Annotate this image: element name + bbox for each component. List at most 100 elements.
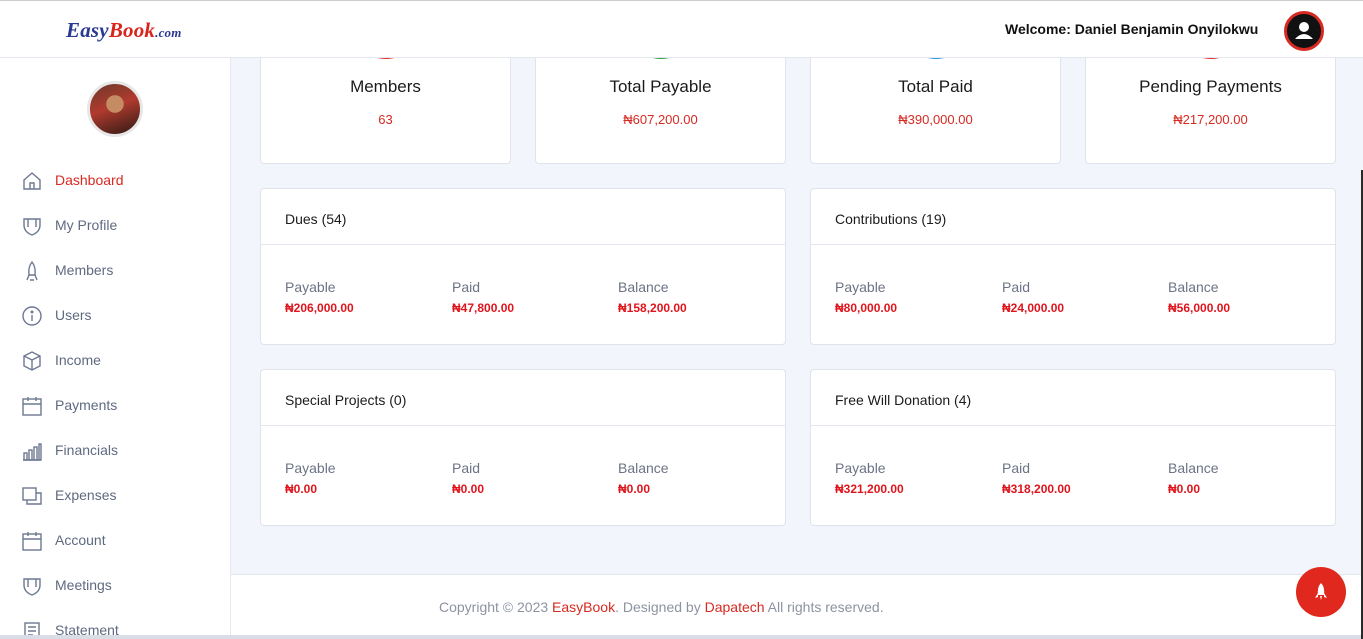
stat-card-total-paid: Total Paid ₦390,000.00 (810, 58, 1061, 164)
calendar-icon (22, 532, 42, 551)
rocket-icon (1315, 583, 1327, 600)
stat-circle-icon (1178, 58, 1244, 59)
stat-value: ₦607,200.00 (623, 112, 698, 127)
column-value: ₦0.00 (285, 482, 318, 496)
info-icon (22, 306, 42, 326)
main-content: Members 63 Total Payable ₦607,200.00 Tot… (231, 58, 1363, 639)
stat-value: ₦217,200.00 (1173, 112, 1248, 127)
shield-icon (23, 578, 41, 596)
stat-card-pending-payments: Pending Payments ₦217,200.00 (1085, 58, 1336, 164)
stat-card-total-payable: Total Payable ₦607,200.00 (535, 58, 786, 164)
sidebar-item-members[interactable]: Members (0, 251, 230, 291)
column-label: Paid (1002, 460, 1031, 476)
panel-title: Dues (54) (285, 211, 347, 227)
column-value: ₦80,000.00 (835, 301, 898, 315)
column-value: ₦206,000.00 (285, 301, 354, 315)
stat-value: 63 (378, 112, 393, 127)
top-header: EasyBook.com Welcome: Daniel Benjamin On… (0, 0, 1363, 58)
rights-text: All rights reserved. (764, 599, 884, 615)
bar-chart-icon (23, 443, 42, 461)
sidebar-item-label: Dashboard (55, 172, 124, 188)
box-icon (23, 351, 41, 371)
panel-title: Free Will Donation (4) (835, 392, 972, 408)
stat-title: Members (350, 77, 421, 96)
sidebar-item-dashboard[interactable]: Dashboard (0, 161, 230, 201)
sidebar-item-label: Financials (55, 442, 119, 458)
balance-column: Balance ₦56,000.00 (1168, 279, 1230, 315)
column-label: Balance (1168, 279, 1219, 295)
column-value: ₦158,200.00 (618, 301, 687, 315)
balance-column: Balance ₦158,200.00 (618, 279, 687, 315)
window-bottom-edge (0, 635, 1363, 639)
panel-contributions: Contributions (19) Payable ₦80,000.00 Pai… (810, 188, 1336, 345)
sidebar-item-my-profile[interactable]: My Profile (0, 206, 230, 246)
column-label: Paid (452, 279, 481, 295)
sidebar-item-meetings[interactable]: Meetings (0, 566, 230, 606)
divider (811, 244, 1335, 245)
sidebar-item-label: Expenses (55, 487, 117, 503)
paid-column: Paid ₦0.00 (452, 460, 484, 496)
column-value: ₦56,000.00 (1168, 301, 1231, 315)
sidebar-item-payments[interactable]: Payments (0, 386, 230, 426)
balance-column: Balance ₦0.00 (1168, 460, 1219, 496)
user-avatar-button[interactable] (1284, 11, 1324, 51)
sidebar-item-financials[interactable]: Financials (0, 431, 230, 471)
user-icon (1295, 22, 1313, 39)
app-logo[interactable]: EasyBook.com (66, 18, 182, 43)
column-value: ₦321,200.00 (835, 482, 904, 496)
logo-domain: .com (155, 25, 182, 40)
balance-column: Balance ₦0.00 (618, 460, 669, 496)
sidebar-item-users[interactable]: Users (0, 296, 230, 336)
sidebar-item-label: My Profile (55, 217, 118, 233)
payable-column: Payable ₦206,000.00 (285, 279, 354, 315)
sidebar-item-account[interactable]: Account (0, 521, 230, 561)
copy-icon (22, 487, 42, 505)
stat-circle-icon (903, 58, 969, 59)
column-value: ₦24,000.00 (1002, 301, 1065, 315)
paid-column: Paid ₦24,000.00 (1002, 279, 1064, 315)
column-value: ₦318,200.00 (1002, 482, 1071, 496)
footer-brand-link[interactable]: EasyBook (552, 599, 615, 615)
home-icon (23, 172, 41, 190)
sidebar-item-income[interactable]: Income (0, 341, 230, 381)
stat-title: Pending Payments (1139, 77, 1282, 96)
payable-column: Payable ₦80,000.00 (835, 279, 897, 315)
back-to-top-button[interactable] (1296, 567, 1346, 617)
column-label: Paid (452, 460, 481, 476)
shield-icon (23, 218, 41, 236)
column-label: Payable (285, 460, 336, 476)
payable-column: Payable ₦0.00 (285, 460, 336, 496)
sidebar-item-label: Income (55, 352, 101, 368)
sidebar-item-label: Account (55, 532, 106, 548)
column-label: Paid (1002, 279, 1031, 295)
logo-easy: Easy (66, 18, 109, 42)
column-value: ₦0.00 (452, 482, 485, 496)
copyright-prefix: Copyright © 2023 (439, 599, 553, 615)
panel-title: Contributions (19) (835, 211, 947, 227)
column-value: ₦0.00 (1168, 482, 1201, 496)
designer-link[interactable]: Dapatech (705, 599, 765, 615)
paid-column: Paid ₦47,800.00 (452, 279, 514, 315)
column-label: Balance (1168, 460, 1219, 476)
column-label: Payable (285, 279, 336, 295)
stat-circle-icon (628, 58, 694, 59)
profile-avatar[interactable] (87, 81, 143, 137)
rocket-icon (26, 260, 38, 281)
sidebar-item-label: Users (55, 307, 92, 323)
sidebar-item-label: Members (55, 262, 114, 278)
sidebar: Dashboard My Profile Members Users Incom… (0, 58, 231, 639)
stat-value: ₦390,000.00 (898, 112, 973, 127)
panel-dues: Dues (54) Payable ₦206,000.00 Paid ₦47,800… (260, 188, 786, 345)
copyright-text: Copyright © 2023 EasyBook. Designed by D… (439, 599, 884, 615)
panel-free-will-donation: Free Will Donation (4) Payable ₦321,200.0… (810, 369, 1336, 526)
sidebar-item-expenses[interactable]: Expenses (0, 476, 230, 516)
panel-special-projects: Special Projects (0) Payable ₦0.00 Paid ₦0… (260, 369, 786, 526)
sidebar-item-label: Meetings (55, 577, 112, 593)
welcome-message: Welcome: Daniel Benjamin Onyilokwu (1005, 21, 1259, 37)
stat-card-members: Members 63 (260, 58, 511, 164)
divider (261, 244, 785, 245)
divider (261, 425, 785, 426)
column-value: ₦0.00 (618, 482, 651, 496)
column-label: Balance (618, 279, 669, 295)
column-label: Balance (618, 460, 669, 476)
